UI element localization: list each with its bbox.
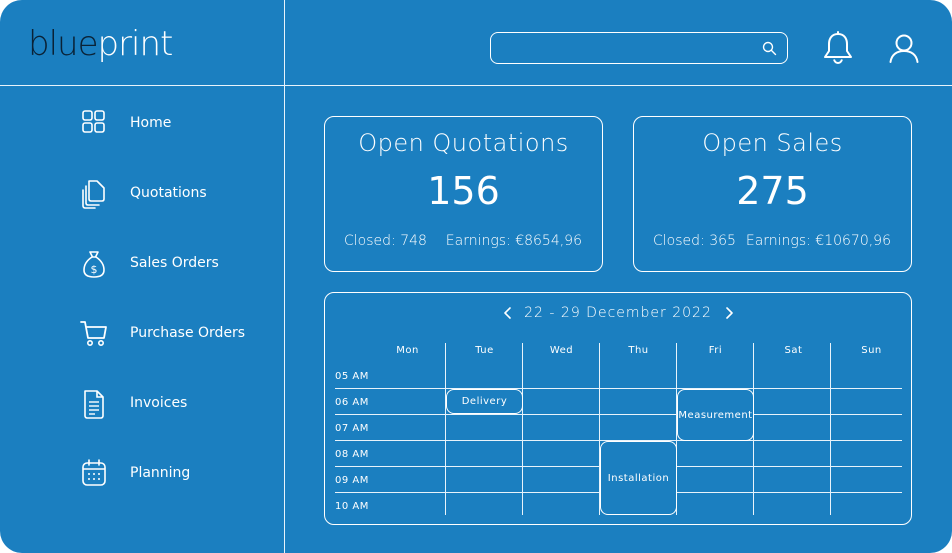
time-label: 08 AM [335,449,369,460]
day-header-sun: Sun [861,345,882,356]
event-measurement[interactable]: Measurement [677,389,754,441]
day-header-sat: Sat [784,345,803,356]
day-header-fri: Fri [708,345,723,356]
event-delivery[interactable]: Delivery [446,389,523,414]
bell-icon[interactable] [822,31,854,65]
column-divider [830,343,831,515]
logo-part-2: print [97,24,174,64]
cart-icon [80,321,107,346]
row-divider [335,414,902,415]
row-divider [335,388,902,389]
event-installation[interactable]: Installation [600,441,677,515]
card-closed: Closed: 748 [344,233,427,249]
day-header-thu: Thu [628,345,649,356]
time-label: 09 AM [335,475,369,486]
card-value: 275 [736,169,809,213]
time-label: 06 AM [335,397,369,408]
card-earnings: Earnings: €8654,96 [445,233,582,249]
open-quotations-card[interactable]: Open Quotations 156 Closed: 748 Earnings… [324,116,603,272]
money-bag-icon: $ [83,251,105,278]
svg-text:$: $ [91,263,98,276]
sidebar-item-label: Home [130,115,172,131]
day-header-wed: Wed [549,345,574,356]
sidebar-item-purchase-orders[interactable]: Purchase Orders [80,319,280,351]
search-box[interactable] [490,32,788,64]
open-sales-card[interactable]: Open Sales 275 Closed: 365 Earnings: €10… [633,116,912,272]
sidebar-item-quotations[interactable]: Quotations [80,179,280,211]
calendar-icon [82,459,106,486]
sidebar-item-label: Invoices [130,395,188,411]
sidebar-item-label: Sales Orders [130,255,219,271]
day-header-mon: Mon [396,345,419,356]
logo[interactable]: blueprint [28,24,174,64]
documents-icon [82,180,105,209]
card-earnings: Earnings: €10670,96 [745,233,891,249]
app-window: blueprint Home Quotations $ Sales Orders… [0,0,952,553]
grid-icon [82,110,105,133]
invoice-icon [84,390,104,419]
column-divider [445,343,446,515]
sidebar-item-label: Purchase Orders [130,325,246,341]
user-icon[interactable] [888,32,920,64]
sidebar-item-label: Quotations [130,185,207,201]
sidebar-divider [284,0,285,553]
search-icon[interactable] [762,41,777,56]
card-title: Open Sales [702,129,843,157]
sidebar-item-planning[interactable]: Planning [80,459,280,491]
planning-calendar: 22 - 29 December 2022 Mon Tue Wed Thu Fr… [324,292,912,525]
card-closed: Closed: 365 [653,233,736,249]
header-divider [0,85,952,86]
sidebar-item-invoices[interactable]: Invoices [80,389,280,421]
sidebar-item-sales-orders[interactable]: $ Sales Orders [80,249,280,281]
sidebar-item-label: Planning [130,465,191,481]
day-header-tue: Tue [475,345,494,356]
logo-part-1: blue [28,24,98,64]
time-label: 07 AM [335,423,369,434]
time-label: 05 AM [335,371,369,382]
time-label: 10 AM [335,501,369,512]
calendar-date-range: 22 - 29 December 2022 [524,305,712,321]
sidebar-item-home[interactable]: Home [80,109,280,141]
column-divider [522,343,523,515]
card-value: 156 [427,169,500,213]
card-title: Open Quotations [358,129,569,157]
chevron-right-icon[interactable] [724,307,734,319]
